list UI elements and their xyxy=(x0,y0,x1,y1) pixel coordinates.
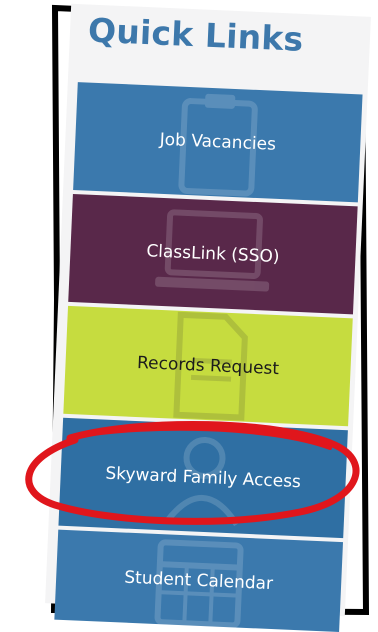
skyward-family-access-link[interactable]: Skyward Family Access xyxy=(58,417,348,539)
job-vacancies-link[interactable]: Job Vacancies xyxy=(73,82,363,203)
records-request-link[interactable]: Records Request xyxy=(63,305,353,427)
quick-links-screenshot: Quick Links Job Vacancies ClassLink (SSO… xyxy=(0,0,378,632)
quick-links-panel: Quick Links Job Vacancies ClassLink (SSO… xyxy=(45,3,371,632)
skyward-family-access-label: Skyward Family Access xyxy=(105,463,302,493)
classlink-sso-link[interactable]: ClassLink (SSO) xyxy=(68,193,358,315)
student-calendar-link[interactable]: Student Calendar xyxy=(54,529,344,632)
